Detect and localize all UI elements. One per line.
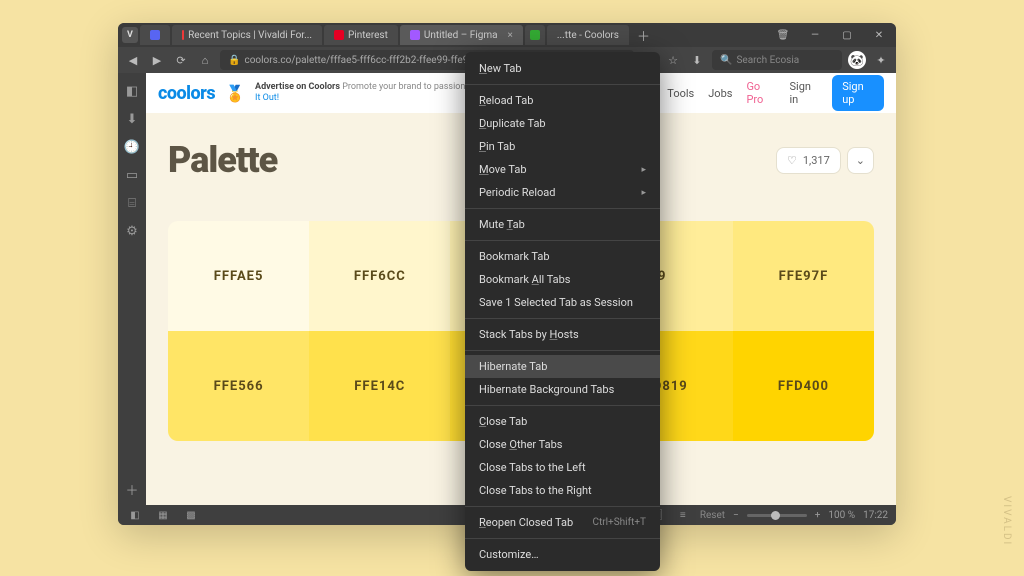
- minimize-button[interactable]: —: [802, 26, 828, 44]
- bookmarks-panel-icon[interactable]: ◧: [124, 83, 140, 99]
- zoom-reset[interactable]: Reset: [700, 510, 725, 521]
- tab-label: ...tte - Coolors: [557, 30, 619, 41]
- ctx-bookmark-all[interactable]: Bookmark All Tabs: [465, 268, 660, 291]
- ctx-close-left[interactable]: Close Tabs to the Left: [465, 456, 660, 479]
- ctx-reopen[interactable]: Reopen Closed TabCtrl+Shift+T: [465, 511, 660, 534]
- history-panel-icon[interactable]: 🕘: [124, 139, 140, 155]
- ctx-stack-hosts[interactable]: Stack Tabs by Hosts: [465, 323, 660, 346]
- tab-label: Pinterest: [348, 30, 388, 41]
- ctx-pin-tab[interactable]: Pin Tab: [465, 135, 660, 158]
- window-panel-icon[interactable]: ⌸: [124, 195, 140, 211]
- zoom-value: 100 %: [828, 510, 855, 521]
- ctx-close-other[interactable]: Close Other Tabs: [465, 433, 660, 456]
- vivaldi-logo-icon[interactable]: V: [122, 27, 138, 43]
- swatch[interactable]: FFE14C: [309, 331, 450, 441]
- panel-sidebar: ◧ ⬇ 🕘 ▭ ⌸ ⚙ ＋: [118, 73, 146, 505]
- swatch[interactable]: FFF6CC: [309, 221, 450, 331]
- shortcut-label: Ctrl+Shift+T: [592, 517, 646, 528]
- coolors-logo[interactable]: coolors: [158, 83, 215, 104]
- forward-button[interactable]: ▶: [148, 51, 166, 69]
- back-button[interactable]: ◀: [124, 51, 142, 69]
- swatch[interactable]: FFE97F: [733, 221, 874, 331]
- tab-coolors[interactable]: ...tte - Coolors: [547, 25, 629, 45]
- nav-tools[interactable]: Tools: [667, 87, 694, 100]
- tiling-icon[interactable]: ▦: [154, 506, 172, 524]
- figma-icon: [410, 30, 420, 40]
- new-tab-button[interactable]: ＋: [631, 26, 656, 45]
- panel-toggle-icon[interactable]: ◧: [126, 506, 144, 524]
- tab-discord[interactable]: [140, 25, 170, 45]
- tab-label: Untitled – Figma: [424, 30, 498, 41]
- profile-avatar[interactable]: 🐼: [848, 51, 866, 69]
- vivaldi-watermark: VIVALDI: [1001, 496, 1012, 546]
- window-controls: 🗑 — ▢ ✕: [770, 26, 892, 44]
- search-placeholder: Search Ecosia: [736, 55, 799, 66]
- ctx-hibernate-tab[interactable]: Hibernate Tab: [465, 355, 660, 378]
- tab-bar: V Recent Topics | Vivaldi For... Pintere…: [118, 23, 896, 47]
- home-button[interactable]: ⌂: [196, 51, 214, 69]
- tab-figma[interactable]: Untitled – Figma ×: [400, 25, 523, 45]
- page-actions-icon[interactable]: ≡: [674, 506, 692, 524]
- swatch[interactable]: FFE566: [168, 331, 309, 441]
- trash-icon[interactable]: 🗑: [770, 26, 796, 44]
- download-icon[interactable]: ⬇: [688, 51, 706, 69]
- tab-context-menu: New Tab Reload Tab Duplicate Tab Pin Tab…: [465, 52, 660, 571]
- close-window-button[interactable]: ✕: [866, 26, 892, 44]
- signup-button[interactable]: Sign up: [832, 75, 884, 111]
- tab-unknown[interactable]: [525, 25, 545, 45]
- ctx-close-tab[interactable]: Close Tab: [465, 410, 660, 433]
- vivaldi-icon: [182, 30, 184, 40]
- pinterest-icon: [334, 30, 344, 40]
- swatch[interactable]: FFD400: [733, 331, 874, 441]
- tab-vivaldi-forum[interactable]: Recent Topics | Vivaldi For...: [172, 25, 322, 45]
- maximize-button[interactable]: ▢: [834, 26, 860, 44]
- ctx-save-session[interactable]: Save 1 Selected Tab as Session: [465, 291, 660, 314]
- lock-icon: 🔒: [228, 55, 240, 66]
- palette-actions: ♡ 1,317 ⌄: [776, 147, 874, 174]
- tab-label: Recent Topics | Vivaldi For...: [188, 30, 312, 41]
- nav-jobs[interactable]: Jobs: [708, 87, 732, 100]
- heart-icon: ♡: [787, 154, 797, 167]
- ctx-periodic-reload[interactable]: Periodic Reload: [465, 181, 660, 204]
- like-button[interactable]: ♡ 1,317: [776, 147, 841, 174]
- like-count: 1,317: [803, 154, 830, 167]
- ctx-new-tab[interactable]: New Tab: [465, 57, 660, 80]
- discord-icon: [150, 30, 160, 40]
- site-icon: [530, 30, 540, 40]
- extensions-icon[interactable]: ✦: [872, 51, 890, 69]
- ctx-reload-tab[interactable]: Reload Tab: [465, 89, 660, 112]
- ctx-duplicate-tab[interactable]: Duplicate Tab: [465, 112, 660, 135]
- close-tab-icon[interactable]: ×: [508, 30, 513, 41]
- page-title: Palette: [168, 139, 277, 181]
- site-nav: Tools Jobs Go Pro Sign in Sign up: [667, 75, 884, 111]
- ctx-move-tab[interactable]: Move Tab: [465, 158, 660, 181]
- ctx-hibernate-bg[interactable]: Hibernate Background Tabs: [465, 378, 660, 401]
- notes-panel-icon[interactable]: ▭: [124, 167, 140, 183]
- ctx-close-right[interactable]: Close Tabs to the Right: [465, 479, 660, 502]
- clock: 17:22: [863, 510, 888, 521]
- search-icon: 🔍: [720, 55, 732, 66]
- ctx-customize[interactable]: Customize…: [465, 543, 660, 566]
- promo-title: Advertise on Coolors: [255, 82, 340, 92]
- image-toggle-icon[interactable]: ▩: [182, 506, 200, 524]
- settings-panel-icon[interactable]: ⚙: [124, 223, 140, 239]
- downloads-panel-icon[interactable]: ⬇: [124, 111, 140, 127]
- zoom-in-button[interactable]: +: [815, 510, 821, 521]
- add-panel-icon[interactable]: ＋: [124, 481, 140, 497]
- search-field[interactable]: 🔍 Search Ecosia: [712, 50, 842, 70]
- ctx-bookmark-tab[interactable]: Bookmark Tab: [465, 245, 660, 268]
- tab-pinterest[interactable]: Pinterest: [324, 25, 398, 45]
- nav-gopro[interactable]: Go Pro: [746, 80, 775, 106]
- ctx-mute-tab[interactable]: Mute Tab: [465, 213, 660, 236]
- chevron-down-icon: ⌄: [856, 154, 865, 167]
- nav-signin[interactable]: Sign in: [790, 80, 819, 106]
- more-menu-button[interactable]: ⌄: [847, 147, 874, 174]
- reload-button[interactable]: ⟳: [172, 51, 190, 69]
- bookmark-icon[interactable]: ☆: [664, 51, 682, 69]
- swatch[interactable]: FFFAE5: [168, 221, 309, 331]
- zoom-slider[interactable]: [747, 514, 807, 517]
- zoom-out-button[interactable]: −: [733, 510, 739, 521]
